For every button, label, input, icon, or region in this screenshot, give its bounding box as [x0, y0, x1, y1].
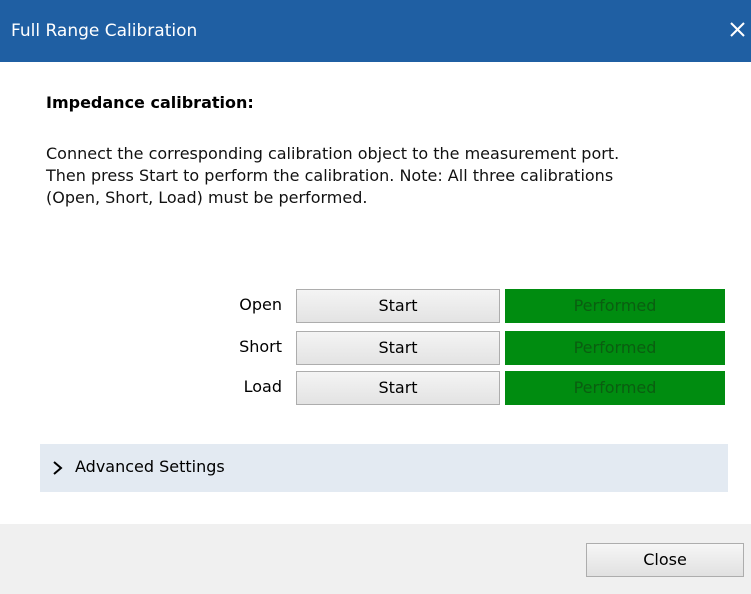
load-status-badge: Performed: [505, 371, 725, 405]
instructions-line: (Open, Short, Load) must be performed.: [46, 188, 368, 207]
section-heading: Impedance calibration:: [46, 93, 254, 112]
instructions-text: Connect the corresponding calibration ob…: [46, 143, 721, 209]
close-icon[interactable]: [724, 14, 751, 46]
window-title: Full Range Calibration: [11, 21, 198, 41]
open-status-badge: Performed: [505, 289, 725, 323]
short-label: Short: [239, 337, 282, 356]
close-button[interactable]: Close: [586, 543, 744, 577]
chevron-right-icon: [52, 461, 64, 475]
advanced-settings-label: Advanced Settings: [75, 457, 225, 476]
load-start-button[interactable]: Start: [296, 371, 500, 405]
advanced-settings-expander[interactable]: Advanced Settings: [40, 444, 728, 492]
title-bar: Full Range Calibration: [0, 0, 751, 62]
calibration-dialog: Full Range Calibration Impedance calibra…: [0, 0, 751, 594]
short-status-badge: Performed: [505, 331, 725, 365]
instructions-line: Connect the corresponding calibration ob…: [46, 144, 620, 163]
short-start-button[interactable]: Start: [296, 331, 500, 365]
dialog-footer: Close: [0, 524, 751, 594]
open-start-button[interactable]: Start: [296, 289, 500, 323]
instructions-line: Then press Start to perform the calibrat…: [46, 166, 614, 185]
dialog-content: Impedance calibration: Connect the corre…: [0, 62, 751, 524]
open-label: Open: [239, 295, 282, 314]
load-label: Load: [243, 377, 282, 396]
